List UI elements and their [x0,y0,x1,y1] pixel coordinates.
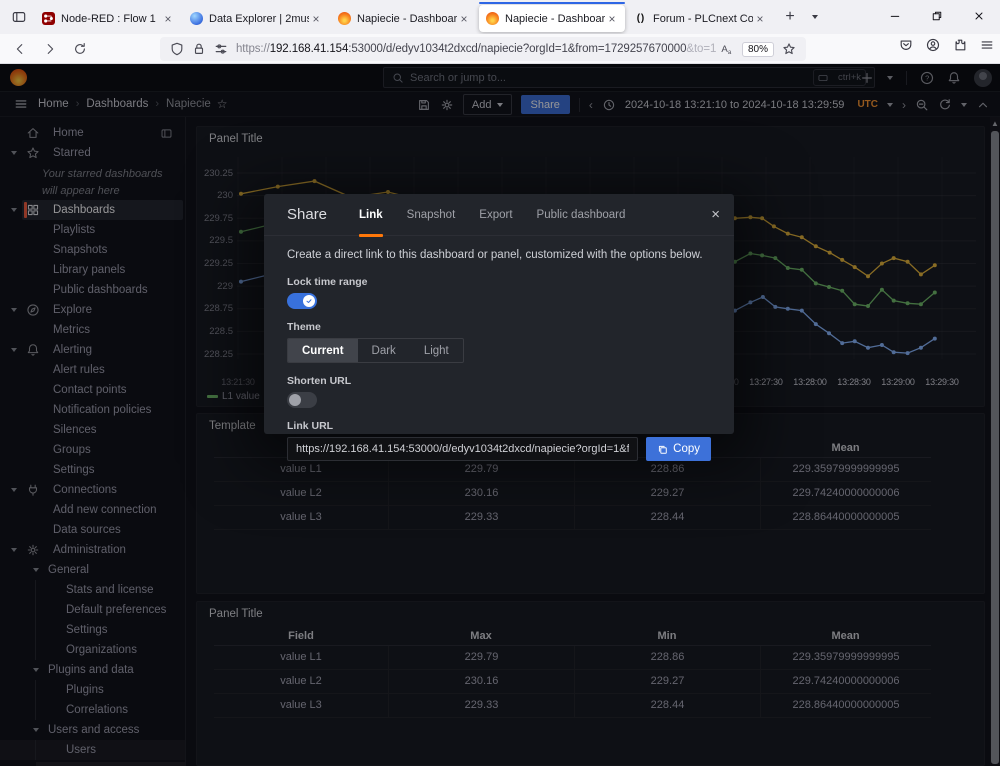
pocket-icon[interactable] [899,38,913,52]
toggle-knob [303,295,315,307]
copy-label: Copy [673,443,700,455]
close-tab-icon[interactable]: × [605,12,619,26]
lock-time-range-label: Lock time range [287,276,711,288]
browser-tab-node-red-flow-1-1[interactable]: Node-RED : Flow 1× [35,5,181,32]
close-tab-icon[interactable]: × [457,12,471,26]
browser-tab-bar: Node-RED : Flow 1×Data Explorer | 2muszk… [0,0,1000,34]
forward-arrow-icon [43,42,57,56]
page-zoom-badge[interactable]: 80% [742,42,774,57]
reload-icon [73,42,87,56]
tab-title: Data Explorer | 2muszkiete [209,13,309,25]
menu-hamburger-icon[interactable] [980,38,994,52]
close-tab-icon[interactable]: × [309,12,323,26]
toolbar-right-icons [899,38,994,52]
theme-radio-group: CurrentDarkLight [287,338,464,363]
translate-icon[interactable]: Aa [720,42,734,56]
theme-option-dark[interactable]: Dark [358,339,410,362]
shorten-url-toggle[interactable] [287,392,317,408]
window-minimize-button[interactable] [874,0,916,32]
modal-tab-link[interactable]: Link [359,194,383,236]
reload-button[interactable] [68,39,92,59]
copy-button[interactable]: Copy [646,437,711,461]
link-url-input[interactable] [287,437,638,461]
tab-title: Napiecie - Dashboards - G [357,13,457,25]
influxdb-icon [189,12,203,26]
grafana-icon [337,12,351,26]
modal-close-icon[interactable]: × [711,207,720,222]
browser-tab-forum-plcnext-commu-5[interactable]: ( ) Forum - PLCnext Commu× [627,5,773,32]
node-red-icon [41,12,55,26]
browser-tab-data-explorer-2muszkiete-2[interactable]: Data Explorer | 2muszkiete× [183,5,329,32]
tab-title: Napiecie - Dashboards - G [505,13,605,25]
grafana-icon [485,12,499,26]
window-restore-button[interactable] [916,0,958,32]
close-tab-icon[interactable]: × [753,12,767,26]
firefox-view-button[interactable] [6,4,32,30]
lock-time-range-toggle[interactable] [287,293,317,309]
share-description: Create a direct link to this dashboard o… [287,249,711,261]
grafana-app: Search or jump to... ctrl+k ? Home›Dashb… [0,64,1000,766]
modal-title: Share [287,206,327,223]
share-modal: Share Link Snapshot Export Public dashboard… [264,194,734,434]
bookmark-star-icon[interactable] [782,42,796,56]
url-truncated-tail: &to=17 [686,43,716,55]
firefox-view-icon [12,10,26,24]
link-url-label: Link URL [287,420,711,432]
browser-tab-napiecie-dashboards-g-4[interactable]: Napiecie - Dashboards - G× [479,5,625,32]
svg-text:a: a [728,49,732,56]
forward-button[interactable] [38,39,62,59]
modal-tab-public-dashboard[interactable]: Public dashboard [537,194,626,236]
chevron-down-icon [812,15,818,19]
restore-icon [931,10,943,22]
url-scheme: https:// [236,43,270,55]
link-url-row: Copy [287,437,711,461]
tab-title: Node-RED : Flow 1 [61,13,161,25]
screen: Node-RED : Flow 1×Data Explorer | 2muszk… [0,0,1000,766]
extensions-icon[interactable] [953,38,967,52]
modal-tab-snapshot[interactable]: Snapshot [407,194,456,236]
modal-tab-export[interactable]: Export [479,194,512,236]
minimize-icon [889,10,901,22]
list-all-tabs-button[interactable] [804,5,826,29]
browser-tab-napiecie-dashboards-g-3[interactable]: Napiecie - Dashboards - G× [331,5,477,32]
theme-option-light[interactable]: Light [410,339,463,362]
url-path: :53000/d/edyv1034t2dxcd/napiecie?orgId=1… [348,43,686,55]
modal-tabs: Link Snapshot Export Public dashboard [359,194,625,236]
toggle-knob [289,394,301,406]
permissions-icon[interactable] [214,42,228,56]
url-bar[interactable]: https://192.168.41.154:53000/d/edyv1034t… [160,37,806,61]
tracking-shield-icon[interactable] [170,42,184,56]
theme-option-current[interactable]: Current [288,339,358,362]
browser-toolbar: https://192.168.41.154:53000/d/edyv1034t… [0,34,1000,64]
tab-title: Forum - PLCnext Commu [653,13,753,25]
copy-icon [657,444,668,455]
modal-body: Create a direct link to this dashboard o… [264,236,734,461]
close-icon [973,10,985,22]
back-button[interactable] [8,39,32,59]
new-tab-button[interactable]: + [778,5,802,29]
shorten-url-label: Shorten URL [287,375,711,387]
close-tab-icon[interactable]: × [161,12,175,26]
url-text: https://192.168.41.154:53000/d/edyv1034t… [236,43,716,55]
lock-icon[interactable] [192,42,206,56]
window-controls [874,0,1000,32]
back-arrow-icon [13,42,27,56]
theme-label: Theme [287,321,711,333]
url-host: 192.168.41.154 [270,43,349,55]
account-icon[interactable] [926,38,940,52]
modal-header: Share Link Snapshot Export Public dashboard… [264,194,734,236]
plcnext-icon: ( ) [633,12,647,26]
window-close-button[interactable] [958,0,1000,32]
tab-strip: Node-RED : Flow 1×Data Explorer | 2muszk… [34,0,774,34]
